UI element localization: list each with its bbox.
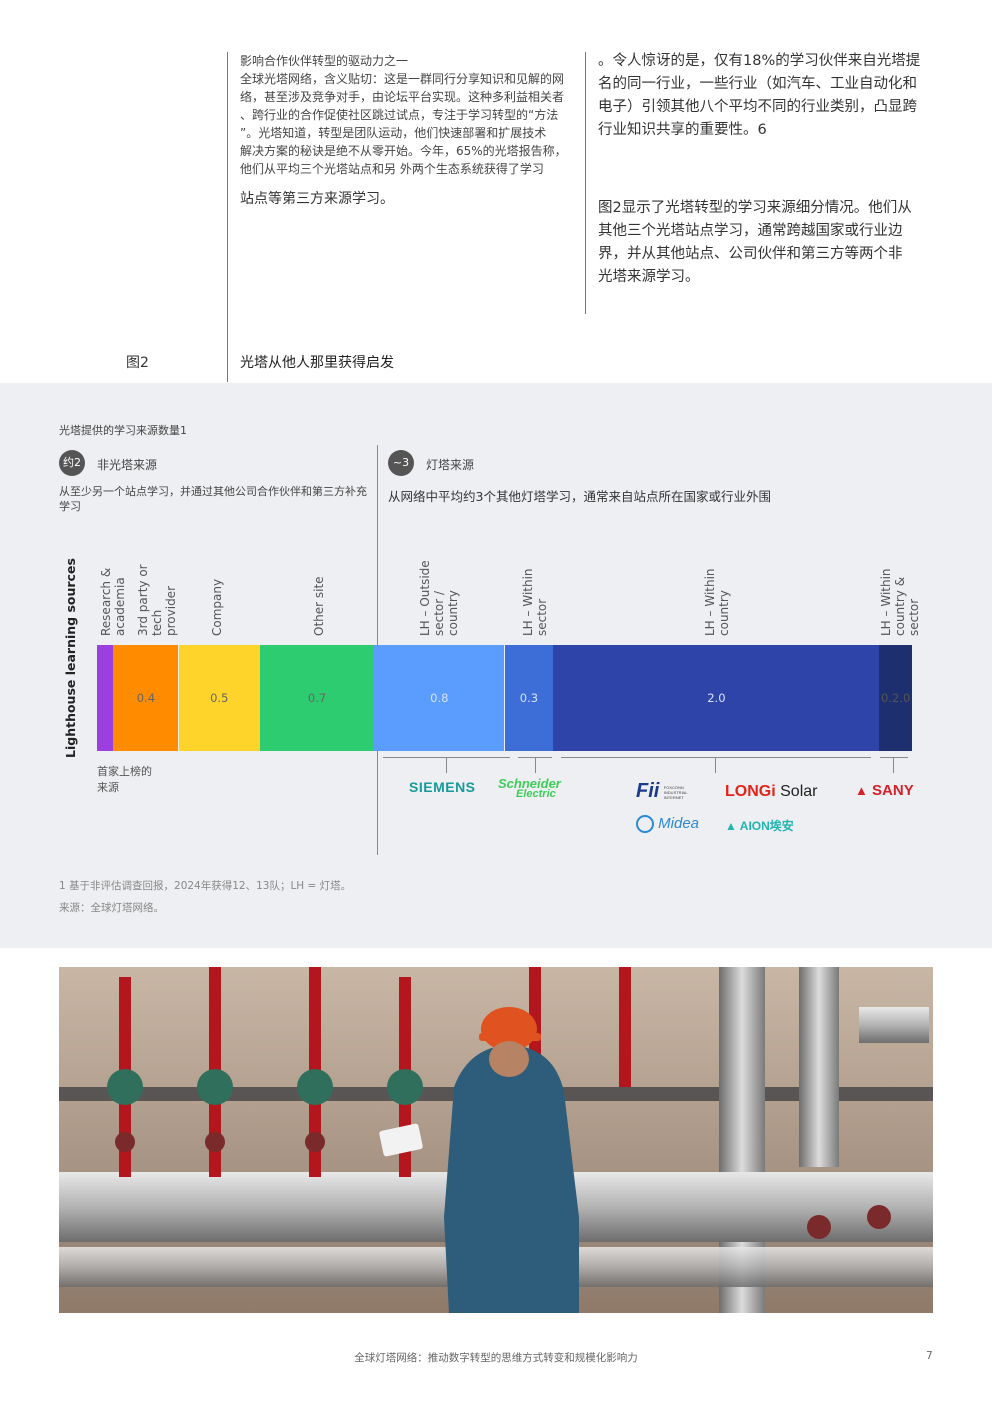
y-axis-label: Lighthouse learning sources [63,558,78,758]
bar-value-label: 0.3 [519,691,539,705]
figure-title: 光塔从他人那里获得启发 [240,355,394,371]
right-group-desc: 从网络中平均约3个其他灯塔学习，通常来自站点所在国家或行业外围 [388,489,771,504]
left-group-badge: 约2 [59,450,85,476]
right-line: 界，并从其他站点、公司伙伴和第三方等两个非 [598,246,903,262]
left-column-text: 影响合作伙伴转型的驱动力之一 全球光塔网络，含义贴切：这是一群同行分享知识和见解… [240,52,570,208]
left-line: 解决方案的秘诀是绝不从零开始。今年，65%的光塔报告称， [240,144,567,158]
right-column-text: 。令人惊讶的是，仅有18%的学习伙伴来自光塔提 名的同一行业，一些行业（如汽车、… [598,50,934,289]
right-line: 图2显示了光塔转型的学习来源细分情况。他们从 [598,200,912,216]
right-line: 行业知识共享的重要性。6 [598,122,767,138]
right-line: 名的同一行业，一些行业（如汽车、工业自动化和 [598,76,917,92]
bar-value-label: 2.0 [707,691,726,705]
midea-logo: Midea [636,815,700,834]
bracket-tick [893,757,894,773]
bar-value-label: 0.7 [307,691,327,705]
bracket-tick [535,757,536,773]
bar-value-label: 0.5 [210,691,229,705]
left-line: 络，甚至涉及竞争对手，由论坛平台实现。这种多利益相关者 [240,90,565,104]
bar-segment: 0.5 [178,645,260,751]
bar-segment: 0.2.0 [879,645,912,751]
bracket-line [561,757,871,758]
page-number: 7 [926,1350,933,1362]
bar-segment: 2.0 [553,645,880,751]
chart-heading: 光塔提供的学习来源数量1 [59,424,187,437]
left-line: ”。光塔知道，转型是团队运动，他们快速部署和扩展技术 [240,126,547,140]
aion-icon: ▲ [725,819,737,833]
category-label: Other site [312,576,326,636]
right-line: 。令人惊讶的是，仅有18%的学习伙伴来自光塔提 [598,53,921,69]
bracket-line [880,757,908,758]
left-group-desc-line1: 从至少另一个站点学习，并通过其他公司合作伙伴和第三方补充 [59,485,367,498]
left-line: 全球光塔网络，含义贴切：这是一群同行分享知识和见解的网 [240,72,565,86]
column-divider-right [585,52,586,314]
left-line: 他们从平均三个光塔站点和另 外两个生态系统获得了学习 [240,162,544,176]
fii-logo-mark: Fii [636,780,660,802]
left-group-title: 非光塔来源 [97,458,158,472]
bracket-tick [715,757,716,773]
right-group-badge: ~3 [388,450,414,476]
figure-label: 图2 [126,355,149,371]
right-line: 电子）引领其他八个平均不同的行业类别，凸显跨 [598,99,917,115]
fii-logo: Fii FOXCONN INDUSTRIAL INTERNET [636,780,708,803]
industrial-photo [59,967,933,1313]
page-footer: 全球灯塔网络：推动数字转型的思维方式转变和规模化影响力 [354,1352,638,1364]
category-label: LH – Within country & sector [879,568,921,636]
longi-logo: LONGi Solar [725,783,817,801]
midea-logo-text: Midea [658,815,700,832]
longi-logo-part2: Solar [780,783,818,800]
sany-logo: ▲ SANY [855,782,914,799]
left-line: 、跨行业的合作促使社区跳过试点，专注于学习转型的“方法 [240,108,559,122]
category-label: Company [210,578,224,636]
bar-segment: 0.4 [113,645,179,751]
category-label: LH – Outside sector / country [418,560,460,636]
column-divider-left [227,52,228,382]
right-line: 其他三个光塔站点学习，通常跨越国家或行业边 [598,223,903,239]
category-label: 3rd party or tech provider [136,564,178,636]
bar-segment: 0.7 [260,645,375,751]
left-line-large: 站点等第三方来源学习。 [240,191,394,207]
bar-segment: 0.3 [504,645,554,751]
midea-icon [636,815,654,834]
left-group-desc-line2: 学习 [59,500,81,513]
category-label: Research & academia [99,567,127,636]
source-note: 来源：全球灯塔网络。 [59,902,164,914]
category-label: LH – Within sector [521,568,549,636]
siemens-logo: SIEMENS [409,779,476,795]
aion-logo: ▲ AION埃安 [725,817,794,834]
footnote: 1 基于非评估调查回报，2024年获得12、13队；LH = 灯塔。 [59,880,352,892]
left-group-desc: 从至少另一个站点学习，并通过其他公司合作伙伴和第三方补充 学习 [59,484,369,514]
bar-segment: 0.8 [374,645,505,751]
right-group-title: 灯塔来源 [426,458,475,472]
fii-logo-subtext: FOXCONN INDUSTRIAL INTERNET [663,785,688,801]
bracket-tick [446,757,447,773]
bar-value-label: 0.8 [430,691,449,705]
left-heading: 影响合作伙伴转型的驱动力之一 [240,54,409,68]
photo-illustration [59,967,933,1313]
sany-icon: ▲ [855,783,868,798]
first-listed-note: 首家上榜的 来源 [97,765,152,794]
schneider-logo: Schneider Electric [498,777,561,800]
category-label: LH – Within country [703,568,731,636]
bar-value-label: 0.4 [136,691,156,705]
sany-logo-text: SANY [872,782,914,799]
bar-value-label: 0.2.0 [881,691,911,705]
aion-logo-text: AION埃安 [739,819,794,833]
right-line: 光塔来源学习。 [598,269,700,285]
bar-segment [97,645,114,751]
longi-logo-part1: LONGi [725,783,776,800]
